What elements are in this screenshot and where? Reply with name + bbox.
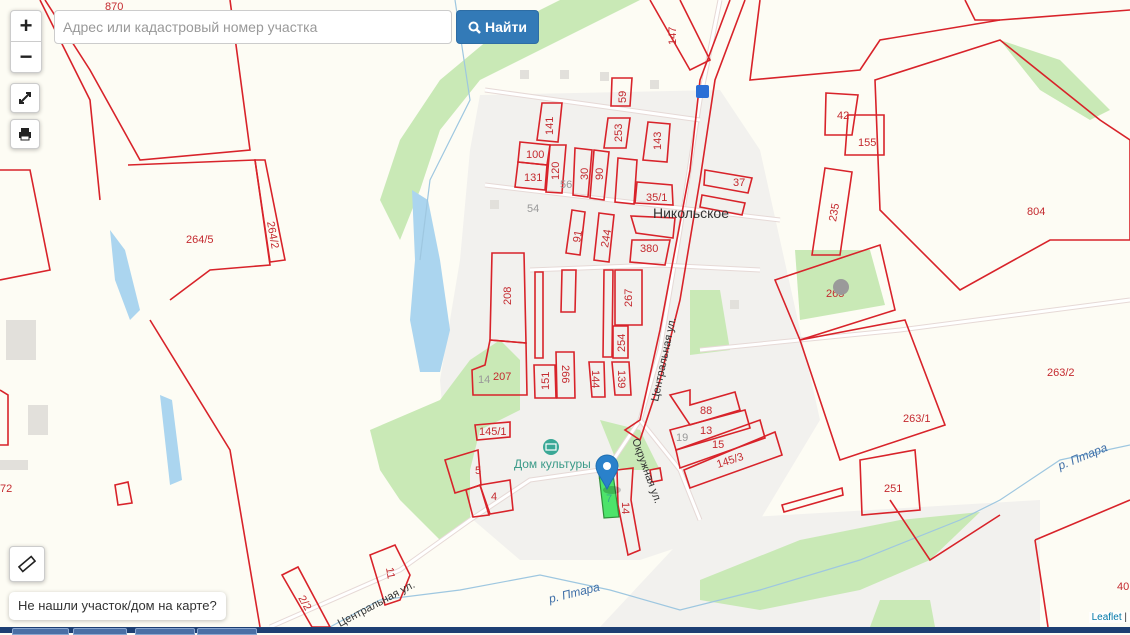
parcel-label: 56: [560, 179, 572, 191]
river-label: р. Птара: [546, 580, 601, 606]
parcel-label: 54: [527, 203, 539, 215]
parcel-label: 35/1: [646, 192, 667, 204]
zoom-in-button[interactable]: +: [11, 11, 41, 41]
search-input[interactable]: [54, 10, 452, 44]
bus-stop-icon: [696, 85, 709, 98]
parcel-label: 151: [540, 372, 552, 390]
expand-icon: [19, 92, 31, 104]
measure-button[interactable]: [9, 546, 45, 582]
parcel-label: 143: [652, 132, 664, 150]
parcel-label: 380: [640, 243, 658, 255]
not-found-button[interactable]: Не нашли участок/дом на карте?: [9, 592, 226, 620]
parcel-label: 30: [579, 168, 591, 180]
parcel-label: 90: [594, 168, 606, 180]
print-button[interactable]: [10, 119, 40, 149]
parcel-label: 144: [589, 370, 601, 388]
parcel-label: 254: [616, 334, 628, 352]
parcel-label: 266: [559, 365, 571, 383]
parcel-label: 91: [571, 229, 585, 243]
parcel-label: 100: [526, 149, 544, 161]
parcel-label: 147: [667, 27, 679, 45]
search-button[interactable]: Найти: [456, 10, 539, 44]
parcel-label: 207: [493, 371, 511, 383]
pond: [410, 190, 450, 372]
village-label: Никольское: [653, 205, 729, 221]
taskbar-button[interactable]: [197, 628, 257, 635]
parcel-label: 263/2: [1047, 367, 1075, 379]
culture-house-icon: [543, 439, 559, 455]
printer-icon: [19, 128, 31, 141]
taskbar-button[interactable]: [135, 628, 195, 635]
parcel-label: 120: [550, 162, 562, 180]
parcel-label: 5: [475, 465, 481, 477]
parcel-label: 263/1: [903, 413, 931, 425]
stream-pond-2: [160, 395, 182, 485]
parcel-label: 7: [606, 493, 612, 505]
parcel-label: 264/5: [186, 234, 214, 246]
parcel-label: 4: [491, 491, 497, 503]
search-button-label: Найти: [485, 19, 527, 35]
parcel-label: 139: [615, 370, 627, 388]
parcel-label: 72: [0, 483, 12, 495]
monument-icon: [833, 279, 849, 295]
street-label-central-south: Центральная ул.: [336, 579, 417, 627]
parcel-label: 253: [613, 124, 625, 142]
parcel-label: 251: [884, 483, 902, 495]
zoom-out-button[interactable]: −: [11, 41, 41, 72]
attribution: Leaflet |: [1088, 612, 1130, 623]
parcel-label: 14: [478, 374, 490, 386]
parcel-label: 42: [837, 110, 849, 122]
search-icon: [468, 21, 481, 34]
parcel-label: 804: [1027, 206, 1045, 218]
parcel-label: 141: [544, 117, 556, 135]
fullscreen-button[interactable]: [10, 83, 40, 113]
taskbar-button[interactable]: [12, 628, 69, 635]
attribution-separator: |: [1124, 612, 1127, 623]
forest-se: [870, 600, 935, 627]
parcel-label: 267: [623, 289, 635, 307]
cadastral-map[interactable]: 870 147 59 141 253 143 100 131 120 30 90…: [0, 0, 1130, 627]
parcel-label: 40.: [1117, 581, 1130, 593]
parcel-label: 88: [700, 405, 712, 417]
parcel-label: 155: [858, 137, 876, 149]
parcel-label: 131: [524, 172, 542, 184]
parcel-label: 145/1: [479, 426, 507, 438]
stream-pond: [110, 230, 140, 320]
parcel-label: 14: [619, 502, 631, 514]
parcel-label: 15: [712, 439, 724, 451]
parcel-label: 11: [383, 566, 397, 579]
parcel-label: 235: [827, 202, 842, 222]
parcel-label: 208: [502, 287, 514, 305]
parcel-label: 13: [700, 425, 712, 437]
taskbar-button[interactable]: [73, 628, 127, 635]
river-label: р. Птара: [1055, 440, 1110, 473]
parcel-label: 37: [733, 177, 745, 189]
leaflet-link[interactable]: Leaflet: [1092, 612, 1122, 623]
taskbar: [0, 627, 1130, 635]
forest-ne: [1000, 40, 1110, 120]
parcel-label: 19: [676, 432, 688, 444]
ruler-icon: [18, 555, 36, 573]
culture-house-label: Дом культуры: [514, 457, 591, 471]
zoom-control: + −: [10, 10, 42, 73]
parcel-label: 59: [617, 91, 629, 103]
